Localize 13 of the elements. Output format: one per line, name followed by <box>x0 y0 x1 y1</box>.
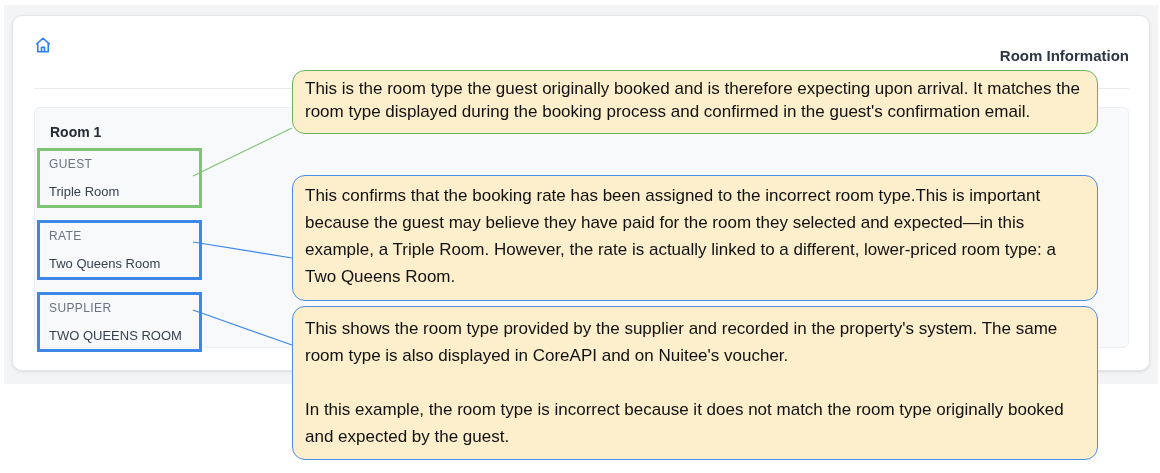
field-value: TWO QUEENS ROOM <box>49 328 183 343</box>
section-title: Room Information <box>999 47 1129 64</box>
callout-text: This is the room type the guest originally booked and is therefore expecting upon arrival. It matches the room type displayed during the booking process and confirmed in the guest's confirmation email. <box>305 78 1081 123</box>
field-label: RATE <box>49 229 83 243</box>
callout-text: This shows the room type provided by the supplier and recorded in the property's system. The same room type is also displayed in CoreAPI and on Nuitee's voucher. <box>305 318 1059 367</box>
home-icon[interactable] <box>34 36 52 54</box>
field-value: Triple Room <box>49 184 121 199</box>
room-title: Room 1 <box>50 124 103 140</box>
callout-text: This confirms that the booking rate has been assigned to the incorrect room type.This is important because the guest may believe they have paid for the room they selected and expected—in this example, a Triple Room. However, the rate is actually linked to a different, lower-priced room type: a Two Queens Room. <box>305 185 1057 288</box>
callout-text: In this example, the room type is incorrect because it does not match the room type originally booked and expected by the guest. <box>305 399 1065 448</box>
field-value: Two Queens Room <box>49 256 162 271</box>
field-label: SUPPLIER <box>49 301 113 315</box>
field-label: GUEST <box>49 157 94 171</box>
